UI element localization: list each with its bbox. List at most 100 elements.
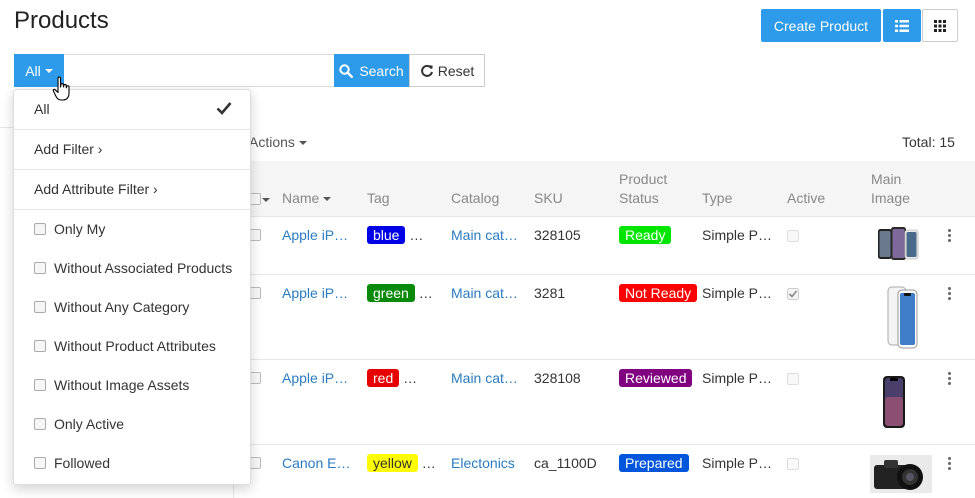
filter-option-only-my[interactable]: Only My	[14, 210, 250, 249]
status-badge: Not Ready	[619, 284, 698, 302]
status-cell: Prepared	[619, 454, 689, 472]
filter-option-all[interactable]: All	[14, 90, 250, 129]
filter-option-only-active[interactable]: Only Active	[14, 405, 250, 444]
column-header-name[interactable]: Name	[282, 189, 332, 208]
search-icon	[339, 63, 354, 78]
search-input[interactable]	[64, 54, 335, 87]
filter-option-label: Without Product Attributes	[54, 338, 216, 354]
filter-checkbox[interactable]	[34, 418, 46, 430]
row-menu-button[interactable]	[948, 287, 952, 302]
product-image[interactable]	[876, 224, 920, 264]
reset-button-label: Reset	[437, 62, 475, 79]
tag-more: …	[409, 227, 424, 243]
column-header-active: Active	[787, 190, 826, 206]
product-name-link[interactable]: Apple iP…	[282, 285, 348, 301]
column-header-label: Product	[619, 171, 668, 187]
create-product-button[interactable]: Create Product	[761, 9, 881, 42]
filter-option-without-associated-products[interactable]: Without Associated Products	[14, 249, 250, 288]
table-row[interactable]	[234, 217, 975, 274]
caret-down-icon	[298, 141, 307, 146]
row-menu-button[interactable]	[948, 457, 952, 472]
table-header	[234, 161, 975, 217]
tag-cell: red …	[367, 369, 418, 387]
sku-value: 328108	[534, 370, 581, 386]
filter-option-without-product-attributes[interactable]: Without Product Attributes	[14, 327, 250, 366]
product-image[interactable]	[882, 375, 906, 429]
add-attribute-filter-label: Add Attribute Filter ›	[34, 181, 158, 197]
type-value: Simple P…	[702, 285, 773, 301]
filter-option-without-image-assets[interactable]: Without Image Assets	[14, 366, 250, 405]
column-header-status: Product Status	[619, 170, 667, 208]
tag-cell: blue …	[367, 226, 424, 244]
sku-value: 328105	[534, 227, 581, 243]
catalog-link[interactable]: Main cat…	[451, 227, 518, 243]
sku-value: ca_1100D	[534, 455, 597, 471]
filter-option-followed[interactable]: Followed	[14, 444, 250, 483]
sort-icon	[323, 197, 332, 202]
tag-more: …	[418, 285, 433, 301]
filter-option-label: Without Image Assets	[54, 377, 190, 393]
tag-more: …	[403, 370, 418, 386]
status-badge: Prepared	[619, 454, 689, 472]
row-menu-button[interactable]	[948, 372, 952, 387]
status-badge: Reviewed	[619, 369, 693, 387]
caret-down-icon	[44, 68, 53, 73]
tag-badge: blue	[367, 226, 406, 244]
type-value: Simple P…	[702, 370, 773, 386]
table-row[interactable]	[234, 445, 975, 498]
add-attribute-filter-item[interactable]: Add Attribute Filter ›	[14, 170, 250, 209]
active-checkbox	[787, 230, 799, 242]
filter-option-without-any-category[interactable]: Without Any Category	[14, 288, 250, 327]
row-menu-button[interactable]	[948, 229, 952, 244]
catalog-link[interactable]: Electonics	[451, 455, 515, 471]
phone-image-icon	[878, 227, 919, 260]
camera-image-icon	[870, 455, 932, 493]
list-icon	[895, 19, 909, 32]
status-cell: Not Ready	[619, 284, 698, 302]
filter-option-label: Without Any Category	[54, 299, 190, 315]
product-name-link[interactable]: Apple iP…	[282, 227, 348, 243]
add-filter-item[interactable]: Add Filter ›	[14, 130, 250, 169]
product-name-link[interactable]: Apple iP…	[282, 370, 348, 386]
filter-checkbox[interactable]	[34, 262, 46, 274]
tag-badge: yellow	[367, 454, 418, 472]
filter-option-label: Without Associated Products	[54, 260, 233, 276]
filter-option-label: Only Active	[54, 416, 125, 432]
search-button[interactable]: Search	[334, 54, 409, 87]
actions-dropdown[interactable]: Actions	[249, 134, 307, 150]
status-badge: Ready	[619, 226, 672, 244]
catalog-link[interactable]: Main cat…	[451, 370, 518, 386]
column-header-type: Type	[702, 190, 733, 206]
catalog-link[interactable]: Main cat…	[451, 285, 518, 301]
filter-checkbox[interactable]	[34, 223, 46, 235]
tag-badge: green	[367, 284, 415, 302]
caret-down-icon[interactable]	[262, 198, 270, 202]
filter-checkbox[interactable]	[34, 340, 46, 352]
product-image[interactable]	[880, 284, 922, 350]
filter-checkbox[interactable]	[34, 379, 46, 391]
tag-cell: green …	[367, 284, 433, 302]
grid-view-button[interactable]	[922, 9, 958, 42]
product-name-link[interactable]: Canon E…	[282, 455, 350, 471]
search-button-label: Search	[359, 62, 404, 79]
filter-option-label: Only My	[54, 221, 106, 237]
status-cell: Ready	[619, 226, 672, 244]
tag-more: …	[421, 455, 436, 471]
sku-value: 3281	[534, 285, 566, 301]
filter-dropdown-menu: All Add Filter › Add Attribute Filter › …	[13, 89, 251, 485]
product-image[interactable]	[870, 455, 932, 493]
filter-option-label: All	[34, 101, 50, 117]
column-header-label: Name	[282, 190, 320, 206]
type-value: Simple P…	[702, 227, 773, 243]
page-title: Products	[14, 7, 109, 34]
filter-checkbox[interactable]	[34, 301, 46, 313]
active-checkbox	[787, 458, 799, 470]
filter-all-label: All	[25, 62, 41, 79]
phone-image-icon	[887, 286, 918, 349]
actions-label: Actions	[249, 134, 295, 150]
filter-checkbox[interactable]	[34, 457, 46, 469]
list-view-button[interactable]	[883, 9, 921, 42]
reset-button[interactable]: Reset	[409, 54, 485, 87]
filter-option-label: Followed	[54, 455, 111, 471]
phone-image-icon	[883, 376, 905, 428]
